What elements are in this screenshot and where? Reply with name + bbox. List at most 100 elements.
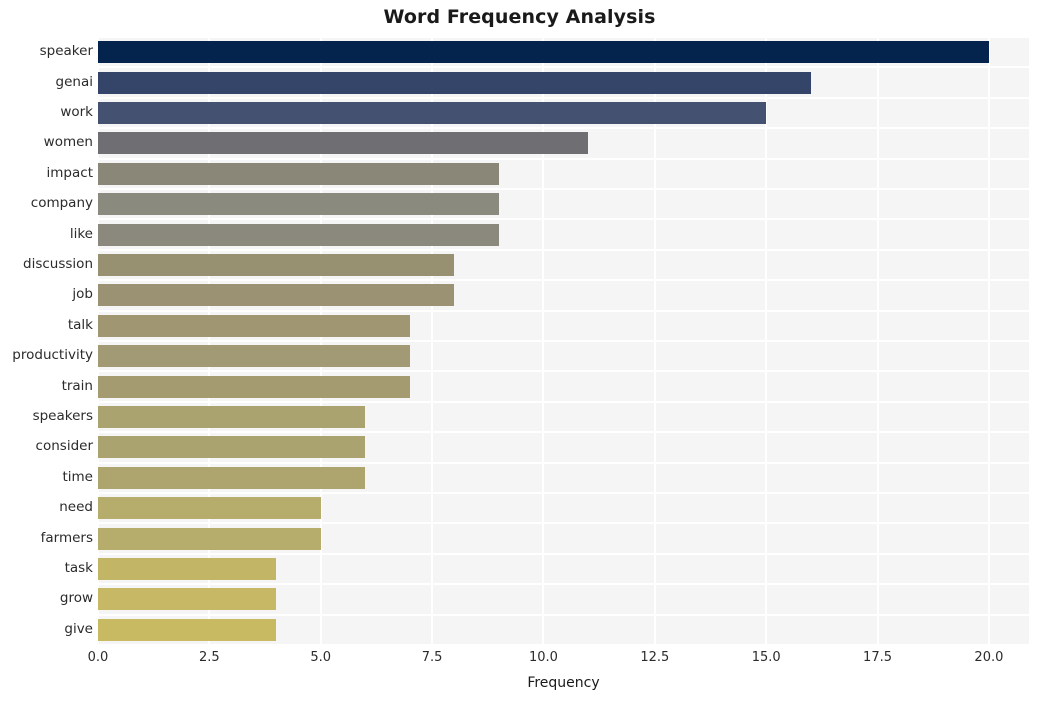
bar-impact[interactable] (98, 162, 499, 185)
bar-time[interactable] (98, 466, 366, 489)
bar-speaker[interactable] (98, 41, 989, 64)
y-tick-label-grow: grow (59, 590, 93, 607)
horizontal-gridline (98, 461, 1029, 464)
horizontal-gridline (98, 96, 1029, 99)
bar-row (98, 466, 1029, 489)
x-tick-label-20.0: 20.0 (974, 650, 1004, 665)
bar-row (98, 314, 1029, 337)
horizontal-gridline (98, 248, 1029, 251)
y-tick-label-speaker: speaker (39, 43, 93, 60)
bar-row (98, 618, 1029, 641)
x-tick-label-5.0: 5.0 (310, 650, 332, 665)
bar-talk[interactable] (98, 314, 410, 337)
bar-row (98, 558, 1029, 580)
vertical-gridline (653, 37, 656, 645)
horizontal-gridline (98, 370, 1029, 373)
bar-train[interactable] (98, 375, 410, 398)
bar-row (98, 345, 1029, 368)
x-tick-label-2.5: 2.5 (199, 650, 220, 665)
vertical-gridline (208, 37, 211, 645)
y-tick-label-task: task (64, 560, 93, 576)
bar-row (98, 41, 1029, 64)
horizontal-gridline (98, 644, 1029, 646)
vertical-gridline (319, 37, 322, 645)
bar-row (98, 284, 1029, 307)
horizontal-gridline (98, 309, 1029, 312)
horizontal-gridline (98, 36, 1029, 38)
horizontal-gridline (98, 492, 1029, 494)
horizontal-gridline (98, 218, 1029, 221)
y-tick-label-company: company (30, 195, 93, 212)
x-tick-label-12.5: 12.5 (640, 650, 670, 665)
bar-row (98, 375, 1029, 398)
bar-discussion[interactable] (98, 254, 455, 276)
bar-work[interactable] (98, 102, 767, 124)
y-tick-label-genai: genai (55, 73, 93, 90)
y-tick-label-job: job (72, 286, 93, 303)
bar-row (98, 132, 1029, 155)
bar-productivity[interactable] (98, 345, 410, 368)
vertical-gridline (987, 37, 990, 645)
x-tick-label-10.0: 10.0 (528, 650, 558, 665)
horizontal-gridline (98, 552, 1029, 555)
y-tick-label-impact: impact (46, 164, 93, 181)
x-tick-label-17.5: 17.5 (863, 650, 893, 665)
bar-speakers[interactable] (98, 406, 366, 428)
bar-row (98, 527, 1029, 550)
bar-like[interactable] (98, 223, 499, 246)
bar-company[interactable] (98, 193, 499, 216)
vertical-gridline (765, 37, 768, 645)
bar-women[interactable] (98, 132, 588, 155)
horizontal-gridline (98, 583, 1029, 586)
horizontal-gridline (98, 66, 1029, 69)
bar-give[interactable] (98, 618, 277, 641)
horizontal-gridline (98, 431, 1029, 434)
horizontal-gridline (98, 157, 1029, 160)
horizontal-gridline (98, 400, 1029, 403)
horizontal-gridline (98, 188, 1029, 190)
vertical-gridline (542, 37, 545, 645)
vertical-gridline (97, 37, 99, 645)
y-tick-label-like: like (69, 225, 93, 242)
y-tick-label-discussion: discussion (23, 256, 93, 272)
horizontal-gridline (98, 279, 1029, 282)
plot-area (97, 36, 1029, 646)
bar-row (98, 497, 1029, 520)
chart-title: Word Frequency Analysis (383, 6, 656, 28)
bar-row (98, 588, 1029, 611)
bar-row (98, 71, 1029, 94)
bar-grow[interactable] (98, 588, 277, 611)
y-tick-label-time: time (62, 468, 93, 485)
bar-farmers[interactable] (98, 527, 321, 550)
bar-row (98, 223, 1029, 246)
bar-consider[interactable] (98, 436, 366, 459)
y-tick-label-talk: talk (67, 316, 93, 333)
bar-row (98, 102, 1029, 124)
bar-need[interactable] (98, 497, 321, 520)
vertical-gridline (876, 37, 879, 645)
x-axis-label: Frequency (527, 675, 600, 691)
y-tick-label-give: give (64, 620, 93, 637)
bar-row (98, 193, 1029, 216)
x-tick-label-15.0: 15.0 (751, 650, 781, 665)
y-tick-label-farmers: farmers (40, 529, 93, 546)
x-tick-label-0.0: 0.0 (87, 650, 109, 665)
horizontal-gridline (98, 613, 1029, 616)
bar-task[interactable] (98, 558, 277, 580)
y-tick-label-work: work (60, 104, 93, 120)
horizontal-gridline (98, 522, 1029, 525)
vertical-gridline (431, 37, 434, 645)
bar-genai[interactable] (98, 71, 811, 94)
horizontal-gridline (98, 127, 1029, 130)
bar-row (98, 406, 1029, 428)
bar-row (98, 254, 1029, 276)
horizontal-gridline (98, 340, 1029, 342)
y-tick-label-productivity: productivity (12, 347, 93, 364)
bar-row (98, 436, 1029, 459)
y-tick-label-need: need (59, 499, 93, 516)
y-tick-label-train: train (61, 377, 93, 394)
chart-figure: Word Frequency Analysis speaker genai work… (0, 0, 1039, 701)
bar-job[interactable] (98, 284, 455, 307)
y-tick-label-women: women (43, 134, 93, 151)
y-tick-label-consider: consider (35, 438, 93, 455)
